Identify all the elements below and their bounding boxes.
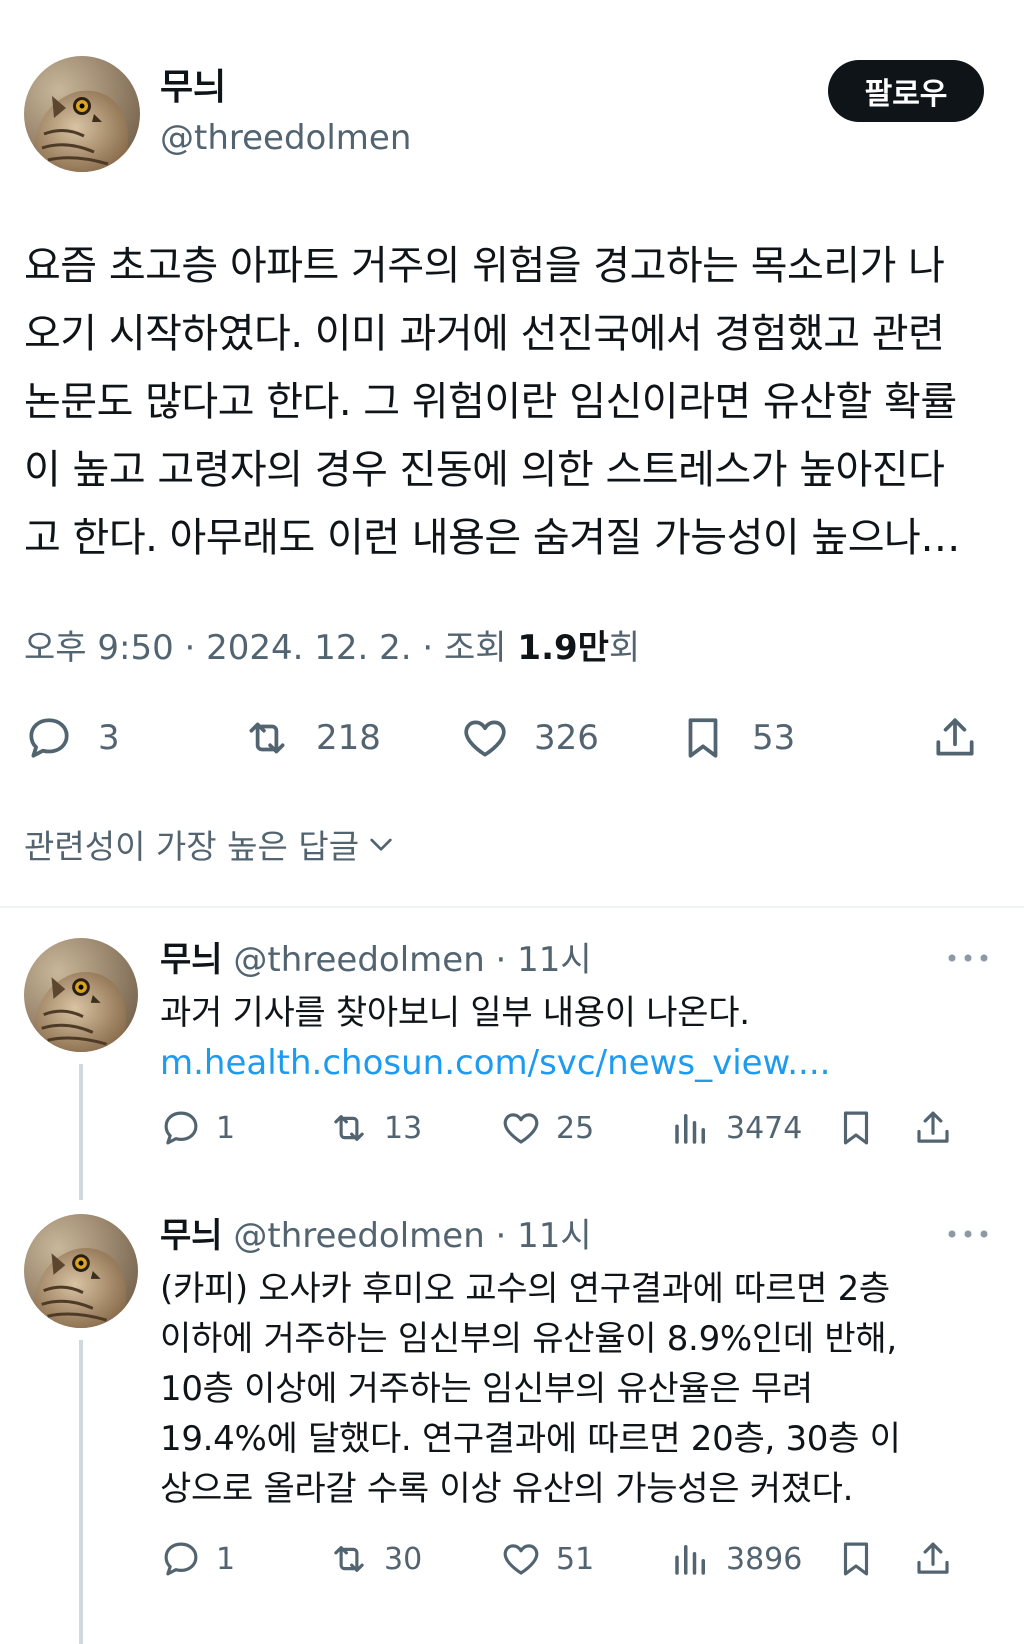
tweet-text-line: 오기 시작하였다. 이미 과거에 선진국에서 경험했고 관련 (24, 311, 945, 357)
bookmark-button[interactable]: 53 (678, 708, 795, 768)
retweet-icon (334, 1115, 364, 1141)
retweet-count: 13 (384, 1110, 423, 1146)
more-options-icon[interactable] (946, 1222, 990, 1246)
bookmark-count: 53 (752, 718, 796, 758)
tweet-action-bar: 3 218 326 53 (24, 708, 1000, 768)
like-button[interactable]: 326 (460, 708, 599, 768)
reply-text: (카피) 오사카 후미오 교수의 연구결과에 따르면 2층 이하에 거주하는 임… (160, 1264, 980, 1514)
owl-avatar-icon (24, 938, 138, 1052)
retweet-button[interactable]: 218 (242, 708, 381, 768)
divider (0, 906, 1024, 908)
analytics-icon (675, 1545, 705, 1575)
reply-count: 1 (216, 1110, 236, 1146)
avatar[interactable] (24, 938, 138, 1052)
views-count: 3896 (726, 1541, 803, 1577)
tweet-text-line: 요즘 초고층 아파트 거주의 위험을 경고하는 목소리가 나 (24, 243, 945, 289)
view-count-suffix: 회 (608, 628, 641, 668)
like-count: 51 (556, 1541, 595, 1577)
retweet-icon (249, 722, 285, 754)
reply-text-line: 이하에 거주하는 임신부의 유산율이 8.9%인데 반해, (160, 1319, 897, 1359)
retweet-button[interactable]: 13 (328, 1103, 422, 1153)
bookmark-icon (688, 718, 718, 758)
reply-count: 3 (98, 718, 120, 758)
like-count: 326 (534, 718, 599, 758)
heart-icon (503, 1544, 539, 1575)
owl-avatar-icon (24, 1214, 138, 1328)
author-handle-time[interactable]: @threedolmen · 11시 (233, 940, 591, 980)
main-tweet-header: 무늬 @threedolmen 팔로우 (24, 56, 1000, 174)
author-name[interactable]: 무늬 (160, 66, 226, 110)
more-options-icon[interactable] (946, 946, 990, 970)
replies-sort-label: 관련성이 가장 높은 답글 (24, 827, 360, 866)
thread-line (79, 1340, 83, 1644)
analytics-icon (675, 1114, 705, 1144)
reply-text-line: 10층 이상에 거주하는 임신부의 유산율은 무려 (160, 1369, 813, 1409)
reply-icon (29, 718, 69, 758)
retweet-button[interactable]: 30 (328, 1534, 422, 1584)
heart-icon (464, 720, 506, 757)
reply-count: 1 (216, 1541, 236, 1577)
reply-text-line: 19.4%에 달했다. 연구결과에 따르면 20층, 30층 이 (160, 1419, 901, 1459)
tweet-text-line: 이 높고 고령자의 경우 진동에 의한 스트레스가 높아진다 (24, 447, 945, 493)
like-button[interactable]: 51 (500, 1534, 594, 1584)
reply-button[interactable]: 1 (160, 1534, 235, 1584)
follow-button[interactable]: 팔로우 (828, 60, 984, 122)
views-count: 3474 (726, 1110, 803, 1146)
bookmark-icon (843, 1111, 869, 1145)
reply-text-line: 상으로 올라갈 수록 이상 유산의 가능성은 커졌다. (160, 1469, 854, 1509)
retweet-count: 218 (316, 718, 381, 758)
avatar[interactable] (24, 56, 140, 172)
share-icon (917, 1542, 949, 1574)
bookmark-icon (843, 1542, 869, 1576)
retweet-count: 30 (384, 1541, 423, 1577)
tweet-text: 요즘 초고층 아파트 거주의 위험을 경고하는 목소리가 나 오기 시작하였다.… (24, 232, 1000, 572)
reply-text: 과거 기사를 찾아보니 일부 내용이 나온다. (160, 993, 750, 1033)
replies-sort-dropdown[interactable]: 관련성이 가장 높은 답글 (24, 820, 397, 868)
author-handle[interactable]: @threedolmen (160, 116, 411, 160)
share-button[interactable] (912, 1534, 954, 1584)
reply-tweet[interactable]: 무늬 @threedolmen · 11시 과거 기사를 찾아보니 일부 내용이… (24, 938, 1000, 1200)
reply-header: 무늬 @threedolmen · 11시 (160, 938, 592, 982)
like-button[interactable]: 25 (500, 1103, 594, 1153)
reply-icon (164, 1542, 198, 1576)
tweet-detail-page: 무늬 @threedolmen 팔로우 요즘 초고층 아파트 거주의 위험을 경… (0, 0, 1024, 1644)
chevron-down-icon (370, 838, 392, 851)
reply-button[interactable]: 1 (160, 1103, 235, 1153)
share-button[interactable] (930, 708, 980, 768)
reply-icon (164, 1111, 198, 1145)
tweet-text-line[interactable]: 고 한다. 아무래도 이런 내용은 숨겨질 가능성이 높으나… (24, 504, 1000, 572)
tweet-meta: 오후 9:50 · 2024. 12. 2. · 조회 1.9만회 (24, 626, 640, 670)
reply-action-bar: 1 13 25 3474 (160, 1103, 1010, 1153)
view-count: 1.9만 (517, 628, 609, 668)
owl-avatar-icon (24, 56, 140, 172)
reply-button[interactable]: 3 (24, 708, 120, 768)
heart-icon (503, 1113, 539, 1144)
retweet-icon (334, 1546, 364, 1572)
reply-action-bar: 1 30 51 3896 (160, 1534, 1010, 1584)
reply-tweet[interactable]: 무늬 @threedolmen · 11시 (카피) 오사카 후미오 교수의 연… (24, 1214, 1000, 1644)
tweet-text-line: 논문도 많다고 한다. 그 위험이란 임신이라면 유산할 확률 (24, 379, 957, 425)
views-button[interactable]: 3896 (670, 1534, 802, 1584)
tweet-timestamp[interactable]: 오후 9:50 · 2024. 12. 2. · 조회 (24, 628, 517, 668)
author-name[interactable]: 무늬 (160, 1216, 223, 1256)
author-name[interactable]: 무늬 (160, 940, 223, 980)
reply-link[interactable]: m.health.chosun.com/svc/news_view.... (160, 1038, 830, 1088)
bookmark-button[interactable] (835, 1534, 877, 1584)
views-button[interactable]: 3474 (670, 1103, 802, 1153)
share-icon (936, 718, 974, 756)
share-icon (917, 1111, 949, 1143)
author-handle-time[interactable]: @threedolmen · 11시 (233, 1216, 591, 1256)
reply-header: 무늬 @threedolmen · 11시 (160, 1214, 592, 1258)
avatar[interactable] (24, 1214, 138, 1328)
share-button[interactable] (912, 1103, 954, 1153)
bookmark-button[interactable] (835, 1103, 877, 1153)
thread-line (79, 1064, 83, 1200)
reply-text-line: (카피) 오사카 후미오 교수의 연구결과에 따르면 2층 (160, 1269, 890, 1309)
like-count: 25 (556, 1110, 595, 1146)
